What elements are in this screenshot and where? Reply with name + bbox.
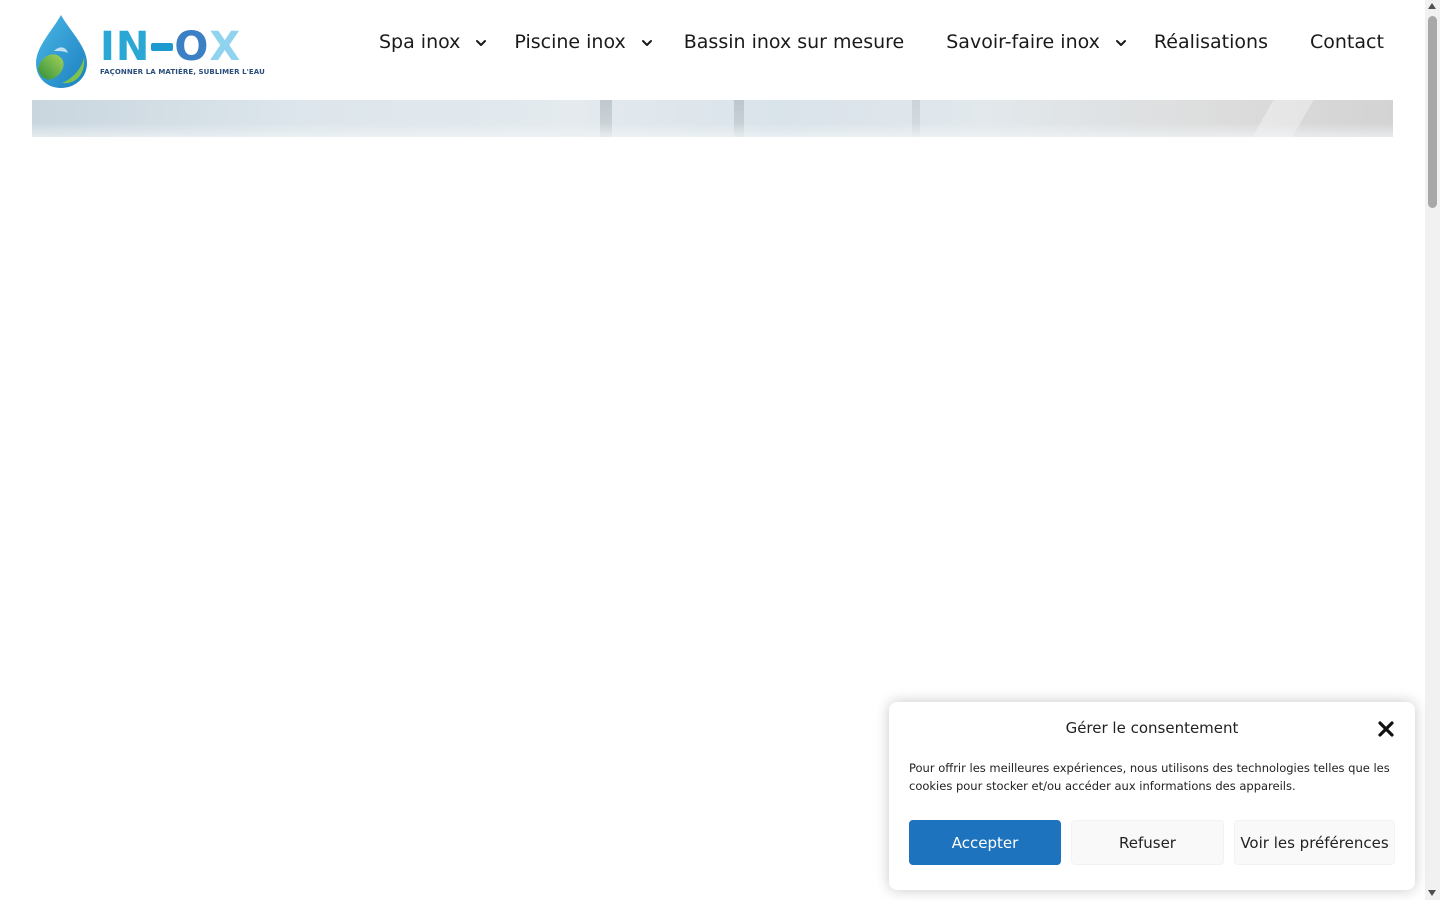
main-nav: Spa inox Piscine inox Bassin inox sur me…	[368, 0, 1384, 84]
site-header: IN O X FAÇONNER LA MATIÈRE, SUBLIMER L'E…	[0, 0, 1425, 100]
logo-text: IN O X FAÇONNER LA MATIÈRE, SUBLIMER L'E…	[100, 27, 265, 76]
scroll-down-arrow-icon[interactable]	[1428, 890, 1436, 896]
view-preferences-button[interactable]: Voir les préférences	[1234, 820, 1395, 865]
nav-item-bassin-inox-sur-mesure[interactable]: Bassin inox sur mesure	[684, 31, 905, 53]
chevron-down-icon[interactable]	[1114, 36, 1128, 50]
nav-item-realisations[interactable]: Réalisations	[1154, 31, 1268, 53]
site-logo-link[interactable]: IN O X FAÇONNER LA MATIÈRE, SUBLIMER L'E…	[32, 12, 265, 90]
refuse-button[interactable]: Refuser	[1071, 820, 1224, 865]
accept-button[interactable]: Accepter	[909, 820, 1061, 865]
consent-message: Pour offrir les meilleures expériences, …	[909, 761, 1390, 793]
logo-tagline: FAÇONNER LA MATIÈRE, SUBLIMER L'EAU	[100, 67, 265, 76]
page-scrollbar[interactable]	[1425, 0, 1440, 900]
scrollbar-thumb[interactable]	[1428, 16, 1437, 208]
nav-item-piscine-inox[interactable]: Piscine inox	[514, 31, 653, 53]
nav-item-savoir-faire-inox[interactable]: Savoir-faire inox	[946, 31, 1128, 53]
nav-item-label: Savoir-faire inox	[946, 31, 1100, 53]
hero-image-detail	[32, 123, 1393, 137]
scroll-up-arrow-icon[interactable]	[1428, 3, 1436, 9]
close-icon[interactable]	[1377, 720, 1395, 738]
consent-title: Gérer le consentement	[1065, 719, 1239, 737]
nav-item-spa-inox[interactable]: Spa inox	[379, 31, 488, 53]
chevron-down-icon[interactable]	[640, 36, 654, 50]
nav-item-label: Spa inox	[379, 31, 461, 53]
nav-item-label: Piscine inox	[514, 31, 626, 53]
nav-item-label: Bassin inox sur mesure	[683, 31, 905, 53]
logo-wordmark: IN O X	[100, 27, 265, 67]
nav-item-contact[interactable]: Contact	[1310, 31, 1384, 53]
chevron-down-icon[interactable]	[474, 36, 488, 50]
cookie-consent-dialog: Gérer le consentement Pour offrir les me…	[889, 702, 1415, 890]
hero-image	[32, 100, 1393, 137]
logo-word-x: X	[209, 23, 242, 70]
nav-item-label: Réalisations	[1153, 31, 1268, 53]
logo-word-o: O	[174, 23, 210, 70]
nav-item-label: Contact	[1309, 31, 1384, 53]
water-drop-logo-icon	[36, 15, 87, 88]
logo-word-in: IN	[100, 23, 151, 70]
logo-dash	[151, 42, 174, 51]
